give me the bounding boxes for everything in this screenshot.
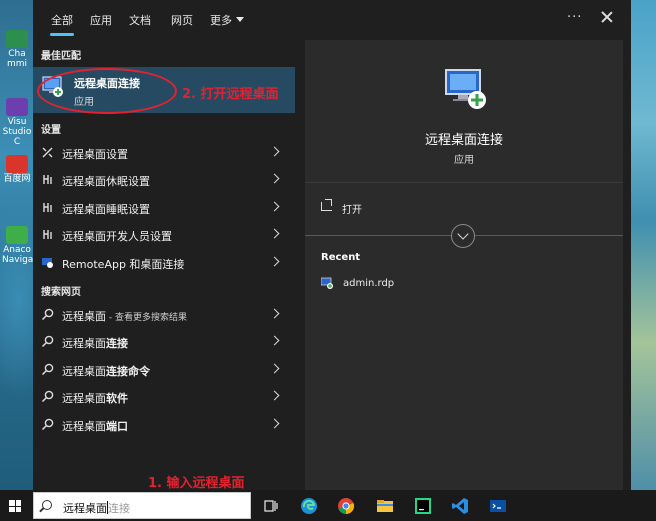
desktop-icon-baidu[interactable]: 百度网	[2, 155, 32, 184]
remoteapp-icon	[42, 258, 53, 268]
tab-apps[interactable]: 应用	[90, 12, 112, 28]
detail-title: 远程桌面连接	[424, 133, 503, 148]
task-view-icon[interactable]	[262, 497, 280, 515]
divider	[305, 182, 623, 183]
remote-desktop-icon	[445, 69, 486, 109]
arrow-icon	[325, 199, 332, 206]
expand-button[interactable]	[451, 224, 475, 248]
more-options-icon[interactable]: ···	[567, 10, 582, 25]
power-settings-icon	[43, 203, 52, 212]
settings-item-developer[interactable]: 远程桌面开发人员设置	[33, 222, 295, 248]
chevron-down-icon	[236, 17, 244, 22]
tab-web[interactable]: 网页	[171, 12, 193, 28]
web-item-more-results[interactable]: 远程桌面 - 查看更多搜索结果	[33, 302, 295, 328]
search-icon	[41, 308, 54, 321]
search-input[interactable]: 远程桌面连接	[63, 500, 130, 516]
visual-studio-icon	[6, 98, 28, 116]
desktop-wallpaper-edge	[631, 0, 656, 490]
detail-pane: 远程桌面连接 应用 打开 Recent admin.rdp	[305, 40, 623, 490]
recent-heading: Recent	[321, 252, 361, 263]
search-filter-bar: 全部 应用 文档 网页 更多 ···	[33, 0, 631, 40]
chevron-right-icon	[269, 335, 280, 346]
chevron-right-icon	[269, 390, 280, 401]
power-settings-icon	[43, 175, 52, 184]
web-item-connect[interactable]: 远程桌面连接	[33, 329, 295, 355]
chrome-icon[interactable]	[337, 497, 355, 515]
chevron-right-icon	[269, 363, 280, 374]
chevron-right-icon	[269, 256, 280, 267]
web-item-connect-command[interactable]: 远程桌面连接命令	[33, 357, 295, 383]
tab-more[interactable]: 更多	[210, 12, 244, 28]
file-explorer-icon[interactable]	[376, 497, 394, 515]
annotation-step2: 2. 打开远程桌面	[182, 87, 279, 102]
settings-item-sleep[interactable]: 远程桌面睡眠设置	[33, 195, 295, 221]
annotation-circle-best-match	[37, 68, 177, 114]
chevron-right-icon	[269, 146, 280, 157]
search-icon	[41, 363, 54, 376]
annotation-step1: 1. 输入远程桌面	[148, 476, 245, 491]
settings-item-hibernate[interactable]: 远程桌面休眠设置	[33, 167, 295, 193]
search-icon	[42, 500, 52, 510]
settings-item-remote-desktop[interactable]: 远程桌面设置	[33, 140, 295, 166]
chevron-right-icon	[269, 308, 280, 319]
remote-settings-icon	[42, 147, 53, 158]
pycharm-icon[interactable]	[414, 497, 432, 515]
chevron-right-icon	[269, 418, 280, 429]
desktop-icon-anaconda[interactable]: Anaco Naviga	[2, 226, 33, 265]
developer-settings-icon	[43, 230, 52, 239]
tab-all[interactable]: 全部	[50, 12, 74, 36]
settings-item-remoteapp[interactable]: RemoteApp 和桌面连接	[33, 250, 295, 276]
chevron-right-icon	[269, 173, 280, 184]
tab-documents[interactable]: 文档	[129, 12, 151, 28]
terminal-icon[interactable]	[489, 497, 507, 515]
chevron-right-icon	[269, 201, 280, 212]
baidu-netdisk-icon	[6, 155, 28, 173]
web-item-software[interactable]: 远程桌面软件	[33, 384, 295, 410]
vscode-icon[interactable]	[451, 497, 469, 515]
section-web-search: 搜索网页	[41, 287, 81, 298]
section-settings: 设置	[41, 125, 61, 136]
pycharm-icon	[6, 30, 28, 48]
desktop-icon-visual-studio[interactable]: Visu Studio C	[2, 98, 32, 147]
edge-icon[interactable]	[300, 497, 318, 515]
section-best-match: 最佳匹配	[41, 51, 81, 62]
anaconda-icon	[6, 226, 28, 244]
windows-start-icon[interactable]	[9, 500, 21, 512]
taskbar-search-box[interactable]: 远程桌面连接	[33, 492, 251, 519]
taskbar: 远程桌面连接	[0, 490, 656, 521]
rdp-file-icon	[321, 277, 333, 289]
close-icon[interactable]	[599, 9, 615, 25]
search-icon	[41, 390, 54, 403]
detail-subtitle: 应用	[454, 155, 474, 166]
chevron-right-icon	[269, 228, 280, 239]
search-icon	[41, 418, 54, 431]
web-item-port[interactable]: 远程桌面端口	[33, 412, 295, 438]
desktop-icon-charm[interactable]: Cha mmi	[2, 30, 32, 69]
search-icon	[41, 335, 54, 348]
